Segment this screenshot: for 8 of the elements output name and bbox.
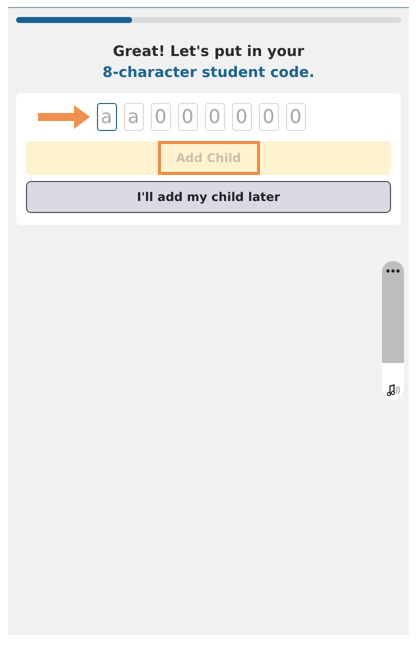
heading-highlight: 8-character student code. [102, 64, 316, 83]
later-button[interactable]: I'll add my child later [26, 181, 391, 213]
code-field[interactable]: a [96, 103, 116, 131]
more-icon[interactable] [386, 269, 400, 273]
heading: Great! Let's put in your [112, 43, 306, 62]
arrow-icon [38, 104, 90, 130]
music-note-icon [386, 384, 400, 396]
volume-slider[interactable] [382, 261, 404, 401]
